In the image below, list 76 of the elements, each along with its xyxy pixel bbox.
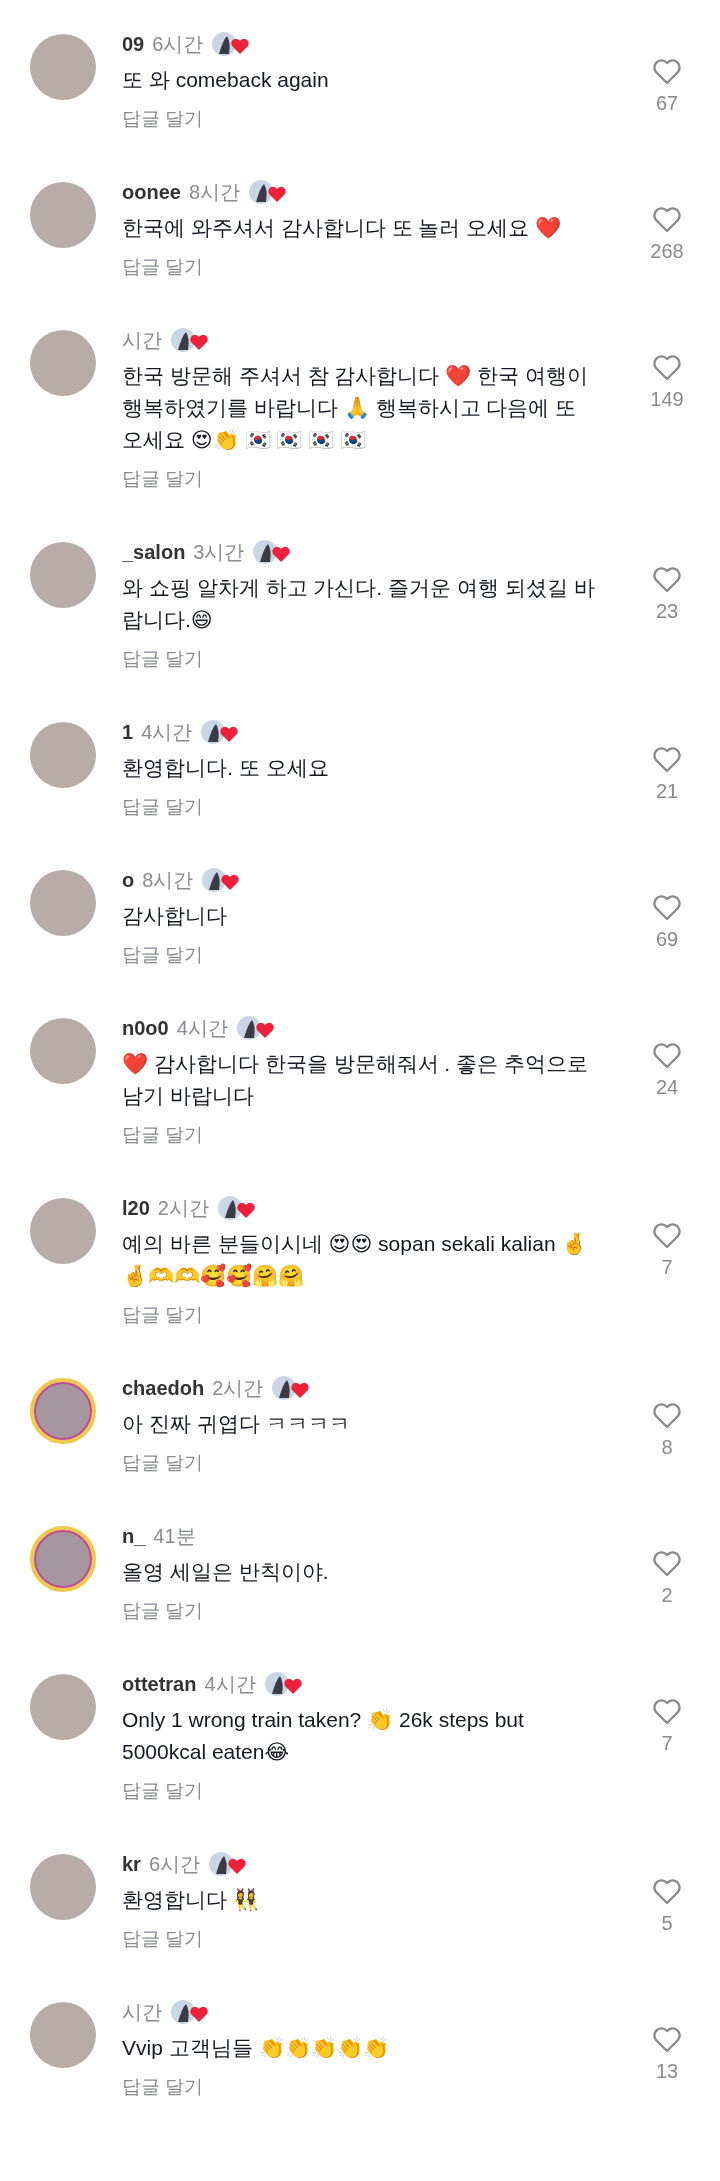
like-count: 2 — [661, 1584, 673, 1607]
comment-text: 환영합니다 👯‍♀ — [122, 1887, 259, 1914]
heart-icon[interactable] — [652, 1222, 682, 1250]
reply-link[interactable]: 답글 달기 — [122, 1926, 204, 1952]
reply-link[interactable]: 답글 달기 — [122, 1302, 204, 1328]
timestamp: 4시간 — [141, 719, 193, 745]
reply-link[interactable]: 답글 달기 — [122, 254, 204, 280]
heart-icon[interactable] — [652, 566, 682, 594]
timestamp: 6시간 — [148, 1851, 201, 1877]
timestamp: 4시간 — [176, 1015, 228, 1041]
reply-link[interactable]: 답글 달기 — [122, 1450, 204, 1476]
comment-text: 아 진짜 귀엽다 ㅋㅋㅋㅋ — [122, 1411, 350, 1437]
heart-icon[interactable] — [652, 2026, 682, 2054]
username[interactable]: n_ — [122, 1524, 146, 1548]
like-count: 5 — [661, 1912, 673, 1935]
like-count: 69 — [655, 928, 679, 951]
comment-text: 감사합니다 — [122, 903, 227, 929]
like-count: 23 — [655, 600, 679, 623]
comment-text: Vvip 고객님들 👏👏👏👏👏 — [122, 2035, 389, 2061]
comment-text: 한국 방문해 주셔서 참 감사합니다 ❤ 한국 여행이 행복하였기를 바랍니다 🙏 행복하시고 다음에 또 오세요 😍👏 🇰🇷 🇰🇷 🇰🇷 🇰🇷 — [122, 363, 589, 453]
reply-link[interactable]: 답글 달기 — [122, 942, 204, 968]
reply-link[interactable]: 답글 달기 — [122, 1598, 204, 1624]
like-count: 8 — [661, 1436, 673, 1459]
comment-text: 예의 바른 분들이시네 😍😍 sopan sekali kalian 🤞🤞🫶🫶🥰🥰🤗🤗 — [122, 1231, 589, 1290]
comment-text: Only 1 wrong train taken? 👏 26k steps but 5000kcal eaten😂 — [122, 1707, 525, 1765]
username[interactable]: kr — [122, 1852, 141, 1876]
timestamp: 시간 — [122, 327, 162, 353]
comment-text: 와 쇼핑 알차게 하고 가신다. 즐거운 여행 되셨길 바랍니다.😄 — [122, 575, 596, 633]
heart-icon[interactable] — [652, 1698, 682, 1726]
username[interactable]: l20 — [122, 1196, 150, 1220]
heart-icon[interactable] — [652, 354, 682, 382]
like-count: 268 — [650, 240, 684, 263]
timestamp: 6시간 — [152, 31, 204, 57]
reply-link[interactable]: 답글 달기 — [122, 794, 204, 820]
timestamp: 3시간 — [193, 539, 245, 565]
like-count: 7 — [661, 1732, 673, 1755]
heart-icon[interactable] — [652, 206, 682, 234]
heart-icon[interactable] — [652, 1042, 682, 1070]
username[interactable]: n0o0 — [122, 1016, 169, 1040]
reply-link[interactable]: 답글 달기 — [122, 646, 204, 672]
comment-text: 환영합니다. 또 오세요 — [122, 755, 329, 781]
username[interactable]: 1 — [122, 720, 134, 744]
timestamp: 2시간 — [212, 1375, 264, 1401]
comment-text: 올영 세일은 반칙이야. — [122, 1559, 329, 1585]
heart-icon[interactable] — [652, 1402, 682, 1430]
like-count: 67 — [655, 92, 679, 115]
like-count: 149 — [650, 388, 684, 411]
username[interactable]: 09 — [122, 32, 145, 56]
reply-link[interactable]: 답글 달기 — [122, 106, 204, 132]
username[interactable]: chaedoh — [122, 1376, 205, 1400]
like-count: 24 — [655, 1076, 679, 1099]
username[interactable]: ottetran — [122, 1672, 197, 1696]
username[interactable]: oonee — [122, 180, 181, 204]
like-count: 7 — [661, 1256, 673, 1279]
timestamp: 41분 — [153, 1523, 196, 1549]
reply-link[interactable]: 답글 달기 — [122, 1778, 204, 1804]
heart-icon[interactable] — [652, 746, 682, 774]
heart-icon[interactable] — [652, 58, 682, 86]
reply-link[interactable]: 답글 달기 — [122, 466, 204, 492]
timestamp: 시간 — [122, 1999, 162, 2025]
username[interactable]: _salon — [122, 540, 186, 564]
comment-text: 또 와 comeback again — [122, 67, 329, 93]
comment-text: ❤ 감사합니다 한국을 방문해줘서 . 좋은 추억으로 남기 바랍니다 — [122, 1051, 589, 1109]
heart-icon[interactable] — [652, 894, 682, 922]
like-count: 21 — [655, 780, 679, 803]
username[interactable]: o — [122, 868, 135, 892]
timestamp: 8시간 — [142, 867, 194, 893]
reply-link[interactable]: 답글 달기 — [122, 2074, 204, 2100]
timestamp: 4시간 — [204, 1671, 256, 1697]
heart-icon[interactable] — [652, 1878, 682, 1906]
timestamp: 8시간 — [188, 179, 241, 205]
comment-text: 한국에 와주셔서 감사합니다 또 놀러 오세요 ❤ — [122, 215, 561, 241]
reply-link[interactable]: 답글 달기 — [122, 1122, 204, 1148]
like-count: 13 — [655, 2060, 679, 2083]
timestamp: 2시간 — [157, 1195, 209, 1221]
heart-icon[interactable] — [652, 1550, 682, 1578]
